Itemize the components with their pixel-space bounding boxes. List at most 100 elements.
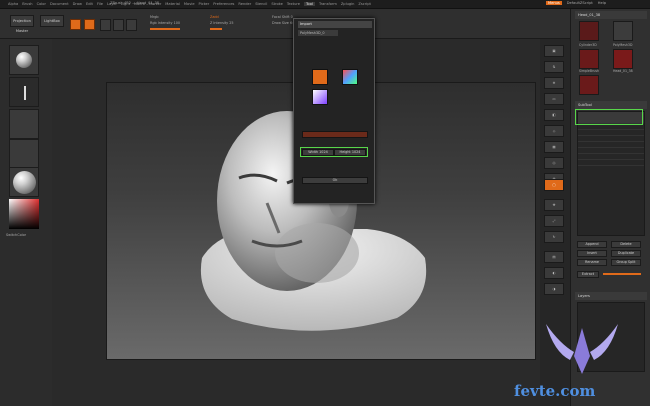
material-slot[interactable] [9, 167, 39, 197]
draw-size-label[interactable]: Draw Size 64 [272, 21, 294, 25]
current-tool-thumb[interactable] [579, 21, 599, 41]
delete-button[interactable]: Delete [611, 241, 641, 248]
local-button[interactable]: ◎ [544, 157, 564, 169]
menus-button[interactable]: Menus [546, 1, 562, 5]
insert-button[interactable]: Insert [577, 250, 607, 257]
layers-header[interactable]: Layers [575, 292, 647, 300]
popup-thumb-texture[interactable] [312, 89, 328, 105]
tool-popup: Import PolyMesh3D_0 Width 1024 Height 10… [293, 18, 375, 204]
subtool-list[interactable] [577, 111, 645, 236]
tool-thumb-head[interactable] [579, 75, 599, 95]
zoom-button[interactable]: ⊕ [544, 77, 564, 89]
brush-slot[interactable] [9, 45, 39, 75]
stroke-icon [24, 86, 26, 100]
menu-item-stencil[interactable]: Stencil [255, 2, 267, 6]
polyf-button[interactable]: ▤ [544, 251, 564, 263]
menu-item-draw[interactable]: Draw [73, 2, 82, 6]
edit-button[interactable] [70, 19, 81, 30]
watermark-text: fevte.com [514, 382, 596, 400]
switch-color-label[interactable]: SwitchColor [6, 233, 26, 237]
rgb-intensity-label[interactable]: Rgb Intensity 100 [150, 21, 180, 25]
menu-item-color[interactable]: Color [37, 2, 46, 6]
menu-item-file[interactable]: File [97, 2, 103, 6]
popup-title[interactable]: Import [298, 21, 372, 28]
menu-item-transform[interactable]: Transform [319, 2, 337, 6]
watermark-logo [540, 318, 624, 388]
subtool-header[interactable]: SubTool [575, 101, 647, 109]
stroke-slot[interactable] [9, 77, 39, 107]
tool-thumb-simplebrush[interactable] [613, 49, 633, 69]
scroll-button[interactable]: ⇅ [544, 61, 564, 73]
menu-item-movie[interactable]: Movie [184, 2, 195, 6]
append-button[interactable]: Append [577, 241, 607, 248]
title-text: ZBrush 4R2 — Head_01_38 [110, 1, 160, 5]
solo-button[interactable]: ◑ [544, 283, 564, 295]
brush-icon [16, 52, 32, 68]
move-button[interactable] [100, 19, 111, 31]
left-shelf: SwitchColor [0, 39, 52, 406]
draw-button[interactable] [84, 19, 95, 30]
tool-label-3: Head_01_38 [613, 69, 633, 73]
menu-right: Menus DefaultZScript Help [546, 1, 606, 5]
menu-item-edit[interactable]: Edit [86, 2, 93, 6]
menu-item-material[interactable]: Material [165, 2, 180, 6]
texture-slot[interactable] [9, 139, 39, 169]
lightbox-button[interactable]: LightBox [40, 15, 64, 27]
menu-item-render[interactable]: Render [238, 2, 251, 6]
rename-button[interactable]: Rename [577, 259, 607, 266]
menu-item-zplugin[interactable]: Zplugin [341, 2, 355, 6]
move-view-button[interactable]: ✥ [544, 199, 564, 211]
floor-button[interactable]: ▦ [544, 141, 564, 153]
popup-thumb-color[interactable] [342, 69, 358, 85]
z-intensity-slider[interactable] [210, 28, 222, 30]
groupsplit-button[interactable]: Group Split [611, 259, 641, 266]
actual-button[interactable]: ▭ [544, 93, 564, 105]
scale-view-button[interactable]: ⤢ [544, 215, 564, 227]
subtool-row[interactable] [578, 160, 644, 166]
mrgb-label[interactable]: Mrgb [150, 15, 159, 19]
tool-thumb-cylinder[interactable] [613, 21, 633, 41]
menu-item-document[interactable]: Document [50, 2, 69, 6]
menu-item-zscript[interactable]: Zscript [358, 2, 370, 6]
transp-button[interactable]: ◐ [544, 267, 564, 279]
top-toolbar: Projection Master LightBox Mrgb Rgb Inte… [0, 9, 570, 39]
extract-button[interactable]: Extract [577, 271, 599, 278]
extract-slider[interactable] [603, 273, 641, 275]
zadd-label[interactable]: Zadd [210, 15, 219, 19]
menu-item-alpha[interactable]: Alpha [8, 2, 18, 6]
focal-shift-label[interactable]: Focal Shift 0 [272, 15, 293, 19]
tool-label-2: SimpleBrush [579, 69, 600, 73]
menu-item-stroke[interactable]: Stroke [271, 2, 282, 6]
wing-logo-icon [546, 324, 618, 374]
duplicate-button[interactable]: Duplicate [611, 250, 641, 257]
popup-color-row[interactable] [302, 131, 368, 138]
subtool-highlight [575, 109, 643, 125]
bpr-button[interactable]: ▣ [544, 45, 564, 57]
size-highlight [300, 147, 368, 157]
z-intensity-label[interactable]: Z Intensity 25 [210, 21, 234, 25]
popup-subtitle[interactable]: PolyMesh3D_0 [298, 30, 338, 36]
color-picker[interactable] [9, 199, 39, 229]
default-zscript-button[interactable]: DefaultZScript [567, 1, 593, 5]
material-sphere-icon [13, 171, 36, 194]
menu-item-tool[interactable]: Tool [303, 2, 315, 6]
help-button[interactable]: Help [598, 1, 606, 5]
alpha-slot[interactable] [9, 109, 39, 139]
tool-thumb-polymesh[interactable] [579, 49, 599, 69]
popup-thumb-active[interactable] [312, 69, 328, 85]
frame-button[interactable]: ▢ [544, 179, 564, 191]
projection-master-button[interactable]: Projection Master [10, 15, 34, 33]
scale-button[interactable] [113, 19, 124, 31]
rgb-intensity-slider[interactable] [150, 28, 180, 30]
menu-item-preferences[interactable]: Preferences [213, 2, 234, 6]
tool-tray-header[interactable]: Head_01_38 [575, 11, 647, 19]
tool-label-1: PolyMesh3D [613, 43, 633, 47]
menu-item-picker[interactable]: Picker [199, 2, 210, 6]
aahalf-button[interactable]: ◧ [544, 109, 564, 121]
popup-action-button[interactable]: Ok [302, 177, 368, 184]
menu-item-brush[interactable]: Brush [22, 2, 32, 6]
rotate-view-button[interactable]: ↻ [544, 231, 564, 243]
rotate-button[interactable] [126, 19, 137, 31]
persp-button[interactable]: ◇ [544, 125, 564, 137]
menu-item-texture[interactable]: Texture [287, 2, 300, 6]
